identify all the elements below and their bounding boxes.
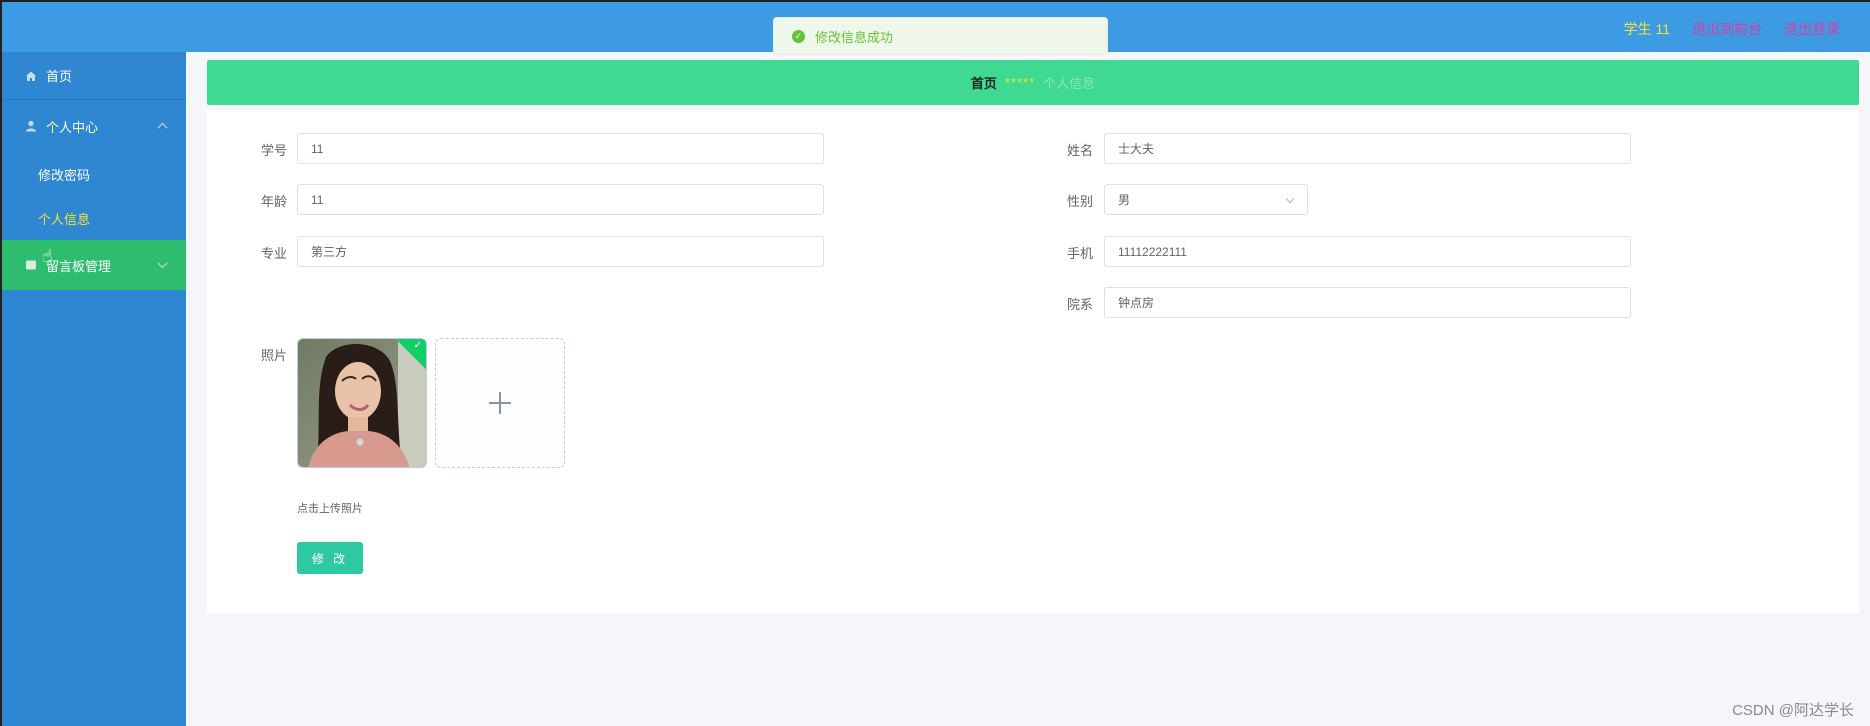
home-icon — [24, 69, 38, 83]
gender-selected-value: 男 — [1118, 193, 1131, 207]
age-label: 年龄 — [260, 194, 287, 209]
success-toast: ✓ 修改信息成功 — [773, 17, 1108, 55]
header-actions: 学生 11 退出到前台 退出登录 — [1624, 19, 1840, 39]
gender-label: 性别 — [1066, 194, 1093, 209]
upload-tip: 点击上传照片 — [297, 503, 363, 515]
department-label: 院系 — [1066, 297, 1093, 312]
age-field[interactable]: 11 — [297, 184, 824, 215]
check-icon: ✓ — [413, 340, 422, 351]
sidebar-item-label: 留言板管理 — [46, 258, 112, 274]
toast-message: 修改信息成功 — [815, 29, 894, 45]
portrait-image — [298, 339, 426, 467]
plus-icon — [489, 392, 511, 414]
sidebar-group-personal-center[interactable]: 个人中心 — [2, 100, 186, 152]
watermark: CSDN @阿达学长 — [1732, 702, 1854, 719]
chevron-down-icon — [157, 258, 168, 269]
breadcrumb-current: 个人信息 — [1043, 76, 1096, 91]
breadcrumb: 首页 ***** 个人信息 — [207, 60, 1859, 105]
sidebar-item-change-password[interactable]: 修改密码 — [2, 152, 186, 196]
phone-label: 手机 — [1066, 246, 1093, 261]
photo-label: 照片 — [260, 348, 287, 363]
department-field[interactable]: 钟点房 — [1104, 287, 1631, 318]
chevron-down-icon — [1285, 194, 1295, 204]
sidebar-item-label: 首页 — [46, 69, 73, 84]
phone-field[interactable]: 11112222111 — [1104, 236, 1631, 267]
chevron-up-icon — [157, 122, 168, 133]
success-check-icon: ✓ — [792, 29, 805, 43]
submit-button[interactable]: 修 改 — [297, 542, 363, 574]
uploaded-photo[interactable]: ✓ — [297, 338, 427, 468]
hand-cursor-icon: ☝ — [42, 246, 53, 266]
name-field[interactable]: 士大夫 — [1104, 133, 1631, 164]
sidebar-item-home[interactable]: 首页 — [2, 52, 186, 100]
gender-select[interactable]: 男 — [1104, 184, 1308, 215]
breadcrumb-home[interactable]: 首页 — [971, 73, 997, 92]
sidebar-item-label: 个人中心 — [46, 119, 99, 135]
name-label: 姓名 — [1066, 143, 1093, 158]
photo-upload-button[interactable] — [435, 338, 565, 468]
user-icon — [24, 119, 38, 133]
breadcrumb-separator: ***** — [1004, 75, 1036, 90]
logout-link[interactable]: 退出登录 — [1784, 19, 1840, 39]
student-no-field[interactable]: 11 — [297, 133, 824, 164]
current-user-label: 学生 11 — [1623, 21, 1670, 37]
profile-form-card: 学号 11 姓名 士大夫 年龄 11 性别 男 专业 第三方 手机 111122… — [207, 110, 1859, 613]
sidebar-item-personal-info[interactable]: 个人信息 — [2, 196, 186, 240]
sidebar-item-message-board[interactable]: 留言板管理 — [2, 240, 186, 290]
major-field[interactable]: 第三方 — [297, 236, 824, 267]
student-no-label: 学号 — [260, 143, 287, 158]
back-to-frontend-link[interactable]: 退出到前台 — [1692, 19, 1762, 39]
message-board-icon — [24, 258, 38, 272]
sidebar: 首页 个人中心 修改密码 个人信息 留言板管理 — [0, 52, 186, 726]
major-label: 专业 — [260, 246, 287, 261]
